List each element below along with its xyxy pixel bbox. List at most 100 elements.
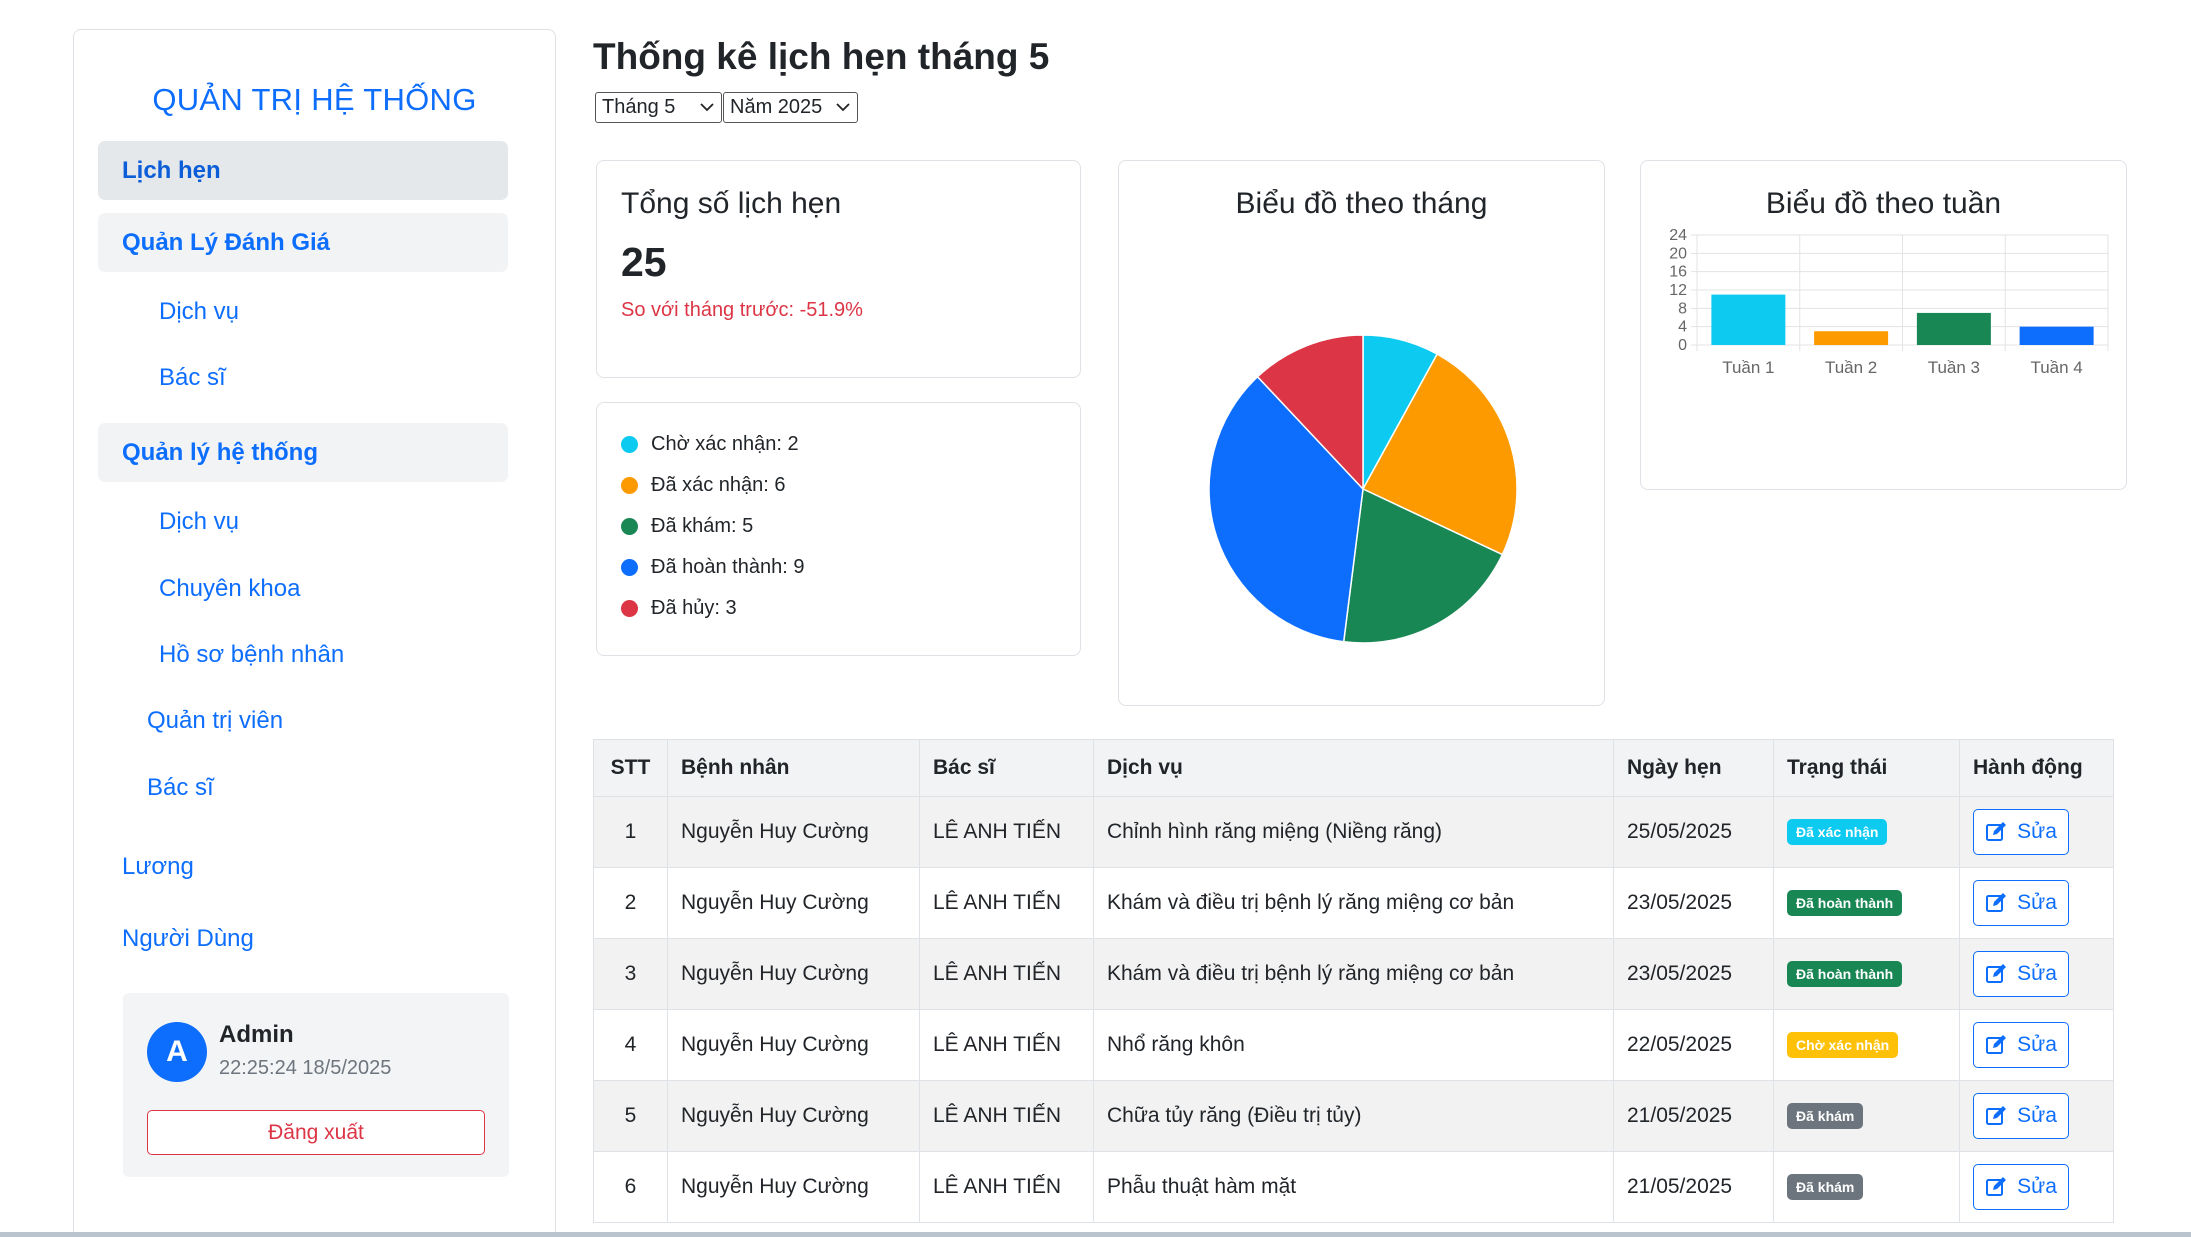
- nav-salary[interactable]: Lương: [122, 853, 194, 881]
- col-date: Ngày hẹn: [1613, 739, 1774, 797]
- edit-button[interactable]: Sửa: [1973, 951, 2069, 997]
- month-chart-card: Biểu đồ theo tháng: [1118, 160, 1605, 706]
- avatar: A: [147, 1022, 207, 1082]
- cell-status: Đã xác nhận: [1773, 796, 1960, 868]
- logout-button[interactable]: Đăng xuất: [147, 1110, 485, 1155]
- legend-item: Chờ xác nhận: 2: [621, 433, 799, 456]
- edit-button-label: Sửa: [2017, 1175, 2057, 1198]
- week-bar-chart: 04 81216 2024 Tuần 1 Tuần 2 Tuần 3 Tuần 4: [1669, 227, 2109, 377]
- user-timestamp: 22:25:24 18/5/2025: [219, 1057, 392, 1079]
- cell-stt: 5: [593, 1080, 668, 1152]
- legend-item: Đã hủy: 3: [621, 597, 737, 620]
- legend-text: Đã hoàn thành: 9: [651, 556, 805, 578]
- legend-dot: [621, 559, 638, 576]
- cell-doctor: LÊ ANH TIẾN: [919, 1080, 1094, 1152]
- nav-users[interactable]: Người Dùng: [122, 925, 254, 953]
- x-tick-label: Tuần 3: [1928, 358, 1980, 377]
- cell-stt: 2: [593, 867, 668, 939]
- legend-item: Đã hoàn thành: 9: [621, 556, 804, 579]
- cell-service: Khám và điều trị bệnh lý răng miệng cơ b…: [1093, 938, 1614, 1010]
- edit-button[interactable]: Sửa: [1973, 809, 2069, 855]
- cell-status: Đã hoàn thành: [1773, 938, 1960, 1010]
- cell-service: Chữa tủy răng (Điều trị tủy): [1093, 1080, 1614, 1152]
- x-tick-label: Tuần 1: [1722, 358, 1774, 377]
- cell-patient: Nguyễn Huy Cường: [667, 796, 920, 868]
- y-tick-label: 12: [1669, 282, 1687, 299]
- year-select-value: Năm 2025: [730, 96, 823, 118]
- month-pie-chart: [1208, 334, 1518, 644]
- col-patient: Bệnh nhân: [667, 739, 920, 797]
- legend-dot: [621, 477, 638, 494]
- edit-icon: [1986, 822, 2007, 841]
- y-tick-label: 16: [1669, 264, 1687, 281]
- table-row: 2 Nguyễn Huy Cường LÊ ANH TIẾN Khám và điều…: [593, 867, 2114, 939]
- col-service: Dịch vụ: [1093, 739, 1614, 797]
- nav-appointments[interactable]: Lịch hẹn: [98, 141, 508, 200]
- table-row: 5 Nguyễn Huy Cường LÊ ANH TIẾN Chữa tủy răn…: [593, 1080, 2114, 1152]
- cell-doctor: LÊ ANH TIẾN: [919, 1151, 1094, 1223]
- table-header-row: STT Bệnh nhân Bác sĩ Dịch vụ Ngày hẹn Tr…: [593, 739, 2114, 797]
- cell-date: 23/05/2025: [1613, 938, 1774, 1010]
- user-card: A Admin 22:25:24 18/5/2025 Đăng xuất: [123, 993, 509, 1177]
- table-row: 1 Nguyễn Huy Cường LÊ ANH TIẾN Chỉnh hình r…: [593, 796, 2114, 868]
- cell-service: Chỉnh hình răng miệng (Niềng răng): [1093, 796, 1614, 868]
- appointments-table: STT Bệnh nhân Bác sĩ Dịch vụ Ngày hẹn Tr…: [593, 739, 2114, 1223]
- total-compare: So với tháng trước: -51.9%: [621, 299, 863, 321]
- status-badge: Chờ xác nhận: [1787, 1032, 1899, 1058]
- cell-doctor: LÊ ANH TIẾN: [919, 1009, 1094, 1081]
- page-title: Thống kê lịch hẹn tháng 5: [593, 36, 1050, 77]
- edit-button[interactable]: Sửa: [1973, 1093, 2069, 1139]
- table-row: 4 Nguyễn Huy Cường LÊ ANH TIẾN Nhổ răng khô…: [593, 1009, 2114, 1081]
- month-select[interactable]: Tháng 5: [595, 92, 722, 123]
- edit-button-label: Sửa: [2017, 820, 2057, 843]
- edit-button[interactable]: Sửa: [1973, 1164, 2069, 1210]
- total-label: Tổng số lịch hẹn: [621, 187, 842, 220]
- legend-text: Đã hủy: 3: [651, 597, 737, 619]
- edit-button[interactable]: Sửa: [1973, 1022, 2069, 1068]
- cell-actions: Sửa: [1959, 796, 2114, 868]
- nav-system-specialty[interactable]: Chuyên khoa: [159, 575, 300, 603]
- nav-system-patient-records[interactable]: Hồ sơ bệnh nhân: [159, 641, 344, 669]
- nav-system-group[interactable]: Quản lý hệ thống: [98, 423, 508, 482]
- cell-actions: Sửa: [1959, 1080, 2114, 1152]
- nav-review-doctor[interactable]: Bác sĩ: [159, 364, 226, 392]
- cell-date: 25/05/2025: [1613, 796, 1774, 868]
- cell-date: 21/05/2025: [1613, 1151, 1774, 1223]
- total-card: Tổng số lịch hẹn 25 So với tháng trước: …: [596, 160, 1081, 378]
- cell-doctor: LÊ ANH TIẾN: [919, 938, 1094, 1010]
- chevron-down-icon: [836, 103, 850, 112]
- cell-date: 21/05/2025: [1613, 1080, 1774, 1152]
- week-chart-card: Biểu đồ theo tuần 0 4 8 12 16 20 24 Tuần 1 Tuần …: [1640, 160, 2127, 490]
- status-badge: Đã khám: [1787, 1103, 1864, 1129]
- cell-patient: Nguyễn Huy Cường: [667, 867, 920, 939]
- nav-doctors[interactable]: Bác sĩ: [147, 774, 214, 802]
- edit-icon: [1986, 1177, 2007, 1196]
- legend-text: Đã khám: 5: [651, 515, 754, 537]
- y-tick-label: 8: [1678, 300, 1687, 317]
- col-doctor: Bác sĩ: [919, 739, 1094, 797]
- legend-dot: [621, 436, 638, 453]
- cell-patient: Nguyễn Huy Cường: [667, 1151, 920, 1223]
- sidebar-title: QUẢN TRỊ HỆ THỐNG: [152, 82, 477, 117]
- legend-item: Đã xác nhận: 6: [621, 474, 786, 497]
- edit-icon: [1986, 1035, 2007, 1054]
- status-badge: Đã khám: [1787, 1174, 1864, 1200]
- y-tick-label: 0: [1678, 337, 1687, 354]
- edit-icon: [1986, 1106, 2007, 1125]
- nav-review-service[interactable]: Dịch vụ: [159, 298, 239, 326]
- nav-system-service[interactable]: Dịch vụ: [159, 508, 239, 536]
- status-badge: Đã hoàn thành: [1787, 890, 1903, 916]
- cell-date: 23/05/2025: [1613, 867, 1774, 939]
- status-badge: Đã xác nhận: [1787, 819, 1888, 845]
- cell-service: Khám và điều trị bệnh lý răng miệng cơ b…: [1093, 867, 1614, 939]
- edit-button-label: Sửa: [2017, 962, 2057, 985]
- cell-stt: 4: [593, 1009, 668, 1081]
- nav-review-group[interactable]: Quản Lý Đánh Giá: [98, 213, 508, 272]
- cell-status: Chờ xác nhận: [1773, 1009, 1960, 1081]
- cell-service: Phẫu thuật hàm mặt: [1093, 1151, 1614, 1223]
- month-select-value: Tháng 5: [602, 96, 676, 118]
- year-select[interactable]: Năm 2025: [723, 92, 858, 123]
- edit-button[interactable]: Sửa: [1973, 880, 2069, 926]
- x-tick-label: Tuần 2: [1825, 358, 1877, 377]
- nav-admins[interactable]: Quản trị viên: [147, 707, 283, 735]
